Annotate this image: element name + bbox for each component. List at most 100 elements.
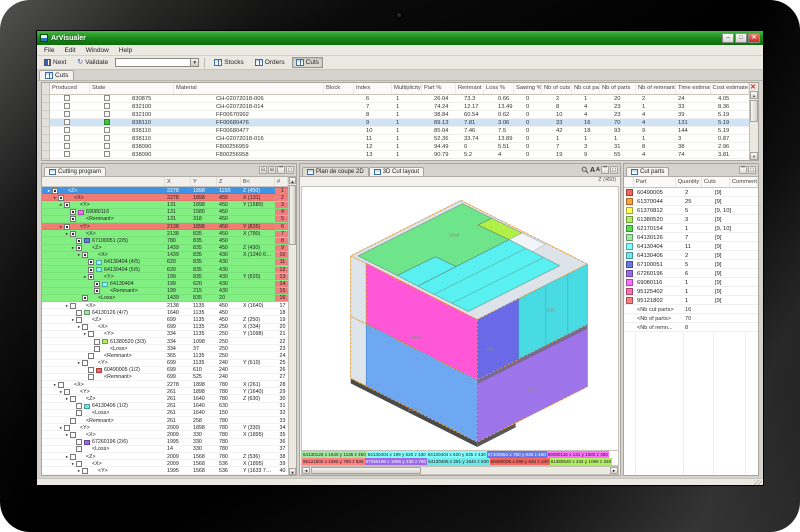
- tree-row[interactable]: 64130406 (1/2) 261 1640 630 31: [42, 403, 288, 410]
- side-sliver-gray[interactable]: [351, 256, 367, 324]
- part-status-segment[interactable]: 67100051 x 780 y 835 z 450: [487, 451, 547, 458]
- produced-checkbox[interactable]: [64, 95, 70, 101]
- scroll-down-arrow[interactable]: ▼: [750, 152, 758, 160]
- tree-row[interactable]: ▸ <Y> 199 835 430 Y (620) 13: [42, 273, 288, 280]
- tree-row[interactable]: ▸ <X> 2009 330 780 X (1895) 3: [42, 431, 288, 438]
- tree-row[interactable]: <Remnant> 365 1135 250 24: [42, 352, 288, 359]
- scroll-thumb[interactable]: [750, 100, 758, 122]
- tree-row[interactable]: ▸ <X> 699 1135 250 X (334) 20: [42, 324, 288, 331]
- tree-col-num[interactable]: #: [275, 177, 288, 186]
- table-row[interactable]: 838110 FF00680477 10 1 85.04 7.46 7.5 0 …: [50, 127, 749, 135]
- node-checkbox[interactable]: [94, 346, 100, 352]
- node-checkbox[interactable]: [76, 317, 82, 323]
- part-status-segment[interactable]: 95121802 x 1995 y 780 z 536: [302, 458, 365, 465]
- column-header[interactable]: Cost estimate: [711, 83, 749, 94]
- tab-cutting-program[interactable]: Cutting program: [44, 167, 106, 176]
- col-comment[interactable]: Comment: [730, 177, 758, 187]
- node-checkbox[interactable]: [94, 339, 100, 345]
- tree-row[interactable]: ▸ <X> 2138 835 450 X (780) 7: [42, 230, 288, 237]
- part-status-segment[interactable]: 64130404 x 199 y 620 z 430: [367, 451, 427, 458]
- node-checkbox[interactable]: [76, 461, 82, 467]
- node-checkbox[interactable]: [94, 281, 100, 287]
- zoom-icon[interactable]: [581, 166, 589, 174]
- node-checkbox[interactable]: [58, 382, 64, 388]
- table-row[interactable]: 830875 CH-02072018-006 6 1 26.04 73.3 0.…: [50, 95, 749, 103]
- menu-item[interactable]: Window: [81, 47, 114, 54]
- column-header[interactable]: Multiplicity: [392, 83, 422, 94]
- tree-row[interactable]: ▸ <Y> 131 1898 450 Y (1580) 3: [42, 201, 288, 208]
- node-checkbox[interactable]: [82, 360, 88, 366]
- tree-row[interactable]: <Loss> 261 1640 150 32: [42, 410, 288, 417]
- validate-button[interactable]: ↻ Validate: [73, 57, 112, 68]
- node-checkbox[interactable]: [76, 310, 82, 316]
- node-checkbox[interactable]: [70, 396, 76, 402]
- next-button[interactable]: Next: [40, 57, 70, 68]
- part-row[interactable]: 61370044 25 [9]: [624, 197, 758, 206]
- scroll-thumb[interactable]: [289, 185, 296, 245]
- clear-filter-icon[interactable]: ✕: [750, 83, 758, 91]
- node-checkbox[interactable]: [76, 238, 82, 244]
- tree-row[interactable]: ▸ <Y> 699 1135 240 Y (610) 25: [42, 360, 288, 367]
- menu-item[interactable]: File: [39, 47, 59, 54]
- tree-row[interactable]: <Remnant> 261 258 780 33: [42, 417, 288, 424]
- tree-row[interactable]: <Remnant> 131 318 450 5: [42, 216, 288, 223]
- collapse-all-icon[interactable]: ⊟: [259, 166, 267, 174]
- part-status-segment[interactable]: 64130406 x 261 y 1640 z 630: [427, 458, 490, 465]
- node-checkbox[interactable]: [76, 410, 82, 416]
- tree-row[interactable]: 61380520 (3/3) 334 1098 250 22: [42, 338, 288, 345]
- float-panel-icon[interactable]: ▔: [601, 166, 609, 174]
- state-checkbox[interactable]: [104, 119, 110, 125]
- node-checkbox[interactable]: [64, 425, 70, 431]
- close-panel-icon[interactable]: ▢: [610, 166, 618, 174]
- node-checkbox[interactable]: [70, 209, 76, 215]
- node-checkbox[interactable]: [58, 195, 64, 201]
- tree-row[interactable]: ▸ <X> 1439 835 430 X (1240 6…: [42, 252, 288, 259]
- tree-row[interactable]: 64130404 (5/5) 620 835 430 12: [42, 266, 288, 273]
- menu-item[interactable]: Help: [114, 47, 137, 54]
- produced-checkbox[interactable]: [64, 103, 70, 109]
- node-checkbox[interactable]: [64, 202, 70, 208]
- node-checkbox[interactable]: [52, 188, 58, 194]
- table-row[interactable]: 838090 F800256959 12 1 94.49 0 5.51 0 7 …: [50, 143, 749, 151]
- col-quantity[interactable]: Quantity: [676, 177, 702, 187]
- tab-3d-layout[interactable]: 3D Cut layout: [369, 167, 424, 176]
- tree-row[interactable]: <Remnant> 199 215 430 15: [42, 288, 288, 295]
- scroll-right-arrow[interactable]: ►: [610, 467, 618, 474]
- node-checkbox[interactable]: [88, 374, 94, 380]
- tree-row[interactable]: ▸ <X> 2278 1898 780 X (261) 2: [42, 381, 288, 388]
- tree-row[interactable]: ▸ <X> 2278 1898 450 X (131) 2: [42, 194, 288, 201]
- tree-col-z[interactable]: Z: [217, 177, 241, 186]
- node-checkbox[interactable]: [88, 367, 94, 373]
- column-header[interactable]: Produced: [50, 83, 90, 94]
- tree-row[interactable]: 64130126 (4/7) 1640 1135 450 18: [42, 309, 288, 316]
- part-status-segment[interactable]: 60490005 x 699 y 610 z 240: [490, 458, 550, 465]
- col-cuts[interactable]: Cuts: [702, 177, 730, 187]
- column-header[interactable]: Index: [354, 83, 392, 94]
- tree-vertical-scrollbar[interactable]: ▲ ▼: [288, 177, 296, 475]
- node-checkbox[interactable]: [70, 303, 76, 309]
- cuts-button[interactable]: Cuts: [292, 57, 323, 68]
- column-header[interactable]: Sawing %: [514, 83, 542, 94]
- tree-row[interactable]: 67260196 (2/6) 1995 330 780 36: [42, 439, 288, 446]
- tree-row[interactable]: <Loss> 1439 835 20 16: [42, 295, 288, 302]
- scroll-thumb[interactable]: [311, 467, 421, 474]
- tree-row[interactable]: ▸ <Y> 2009 1898 780 Y (330) 3: [42, 424, 288, 431]
- state-checkbox[interactable]: [104, 143, 110, 149]
- part-row[interactable]: 61380520 3 [9]: [624, 215, 758, 224]
- state-checkbox[interactable]: [104, 135, 110, 141]
- tab-cut-parts[interactable]: Cut parts: [626, 167, 669, 176]
- expand-all-icon[interactable]: ⊞: [268, 166, 276, 174]
- node-checkbox[interactable]: [64, 224, 70, 230]
- tab-plan-2d[interactable]: Plan de coupe 2D: [302, 167, 369, 176]
- node-checkbox[interactable]: [88, 353, 94, 359]
- part-row[interactable]: 64130404 11 [9]: [624, 242, 758, 251]
- scroll-up-arrow[interactable]: ▲: [289, 177, 296, 184]
- part-status-segment[interactable]: 69080116 x 131 y 1580 z 450: [547, 451, 609, 458]
- lower-sliver-gray[interactable]: [351, 316, 367, 385]
- node-checkbox[interactable]: [94, 288, 100, 294]
- tree-row[interactable]: 69080116 131 1580 450 4: [42, 209, 288, 216]
- column-header[interactable]: Material: [174, 83, 324, 94]
- selection-combobox[interactable]: ▼: [115, 58, 199, 67]
- table-row[interactable]: 838110 CH-02072018-016 11 1 52.36 33.74 …: [50, 135, 749, 143]
- close-panel-icon[interactable]: ▢: [286, 166, 294, 174]
